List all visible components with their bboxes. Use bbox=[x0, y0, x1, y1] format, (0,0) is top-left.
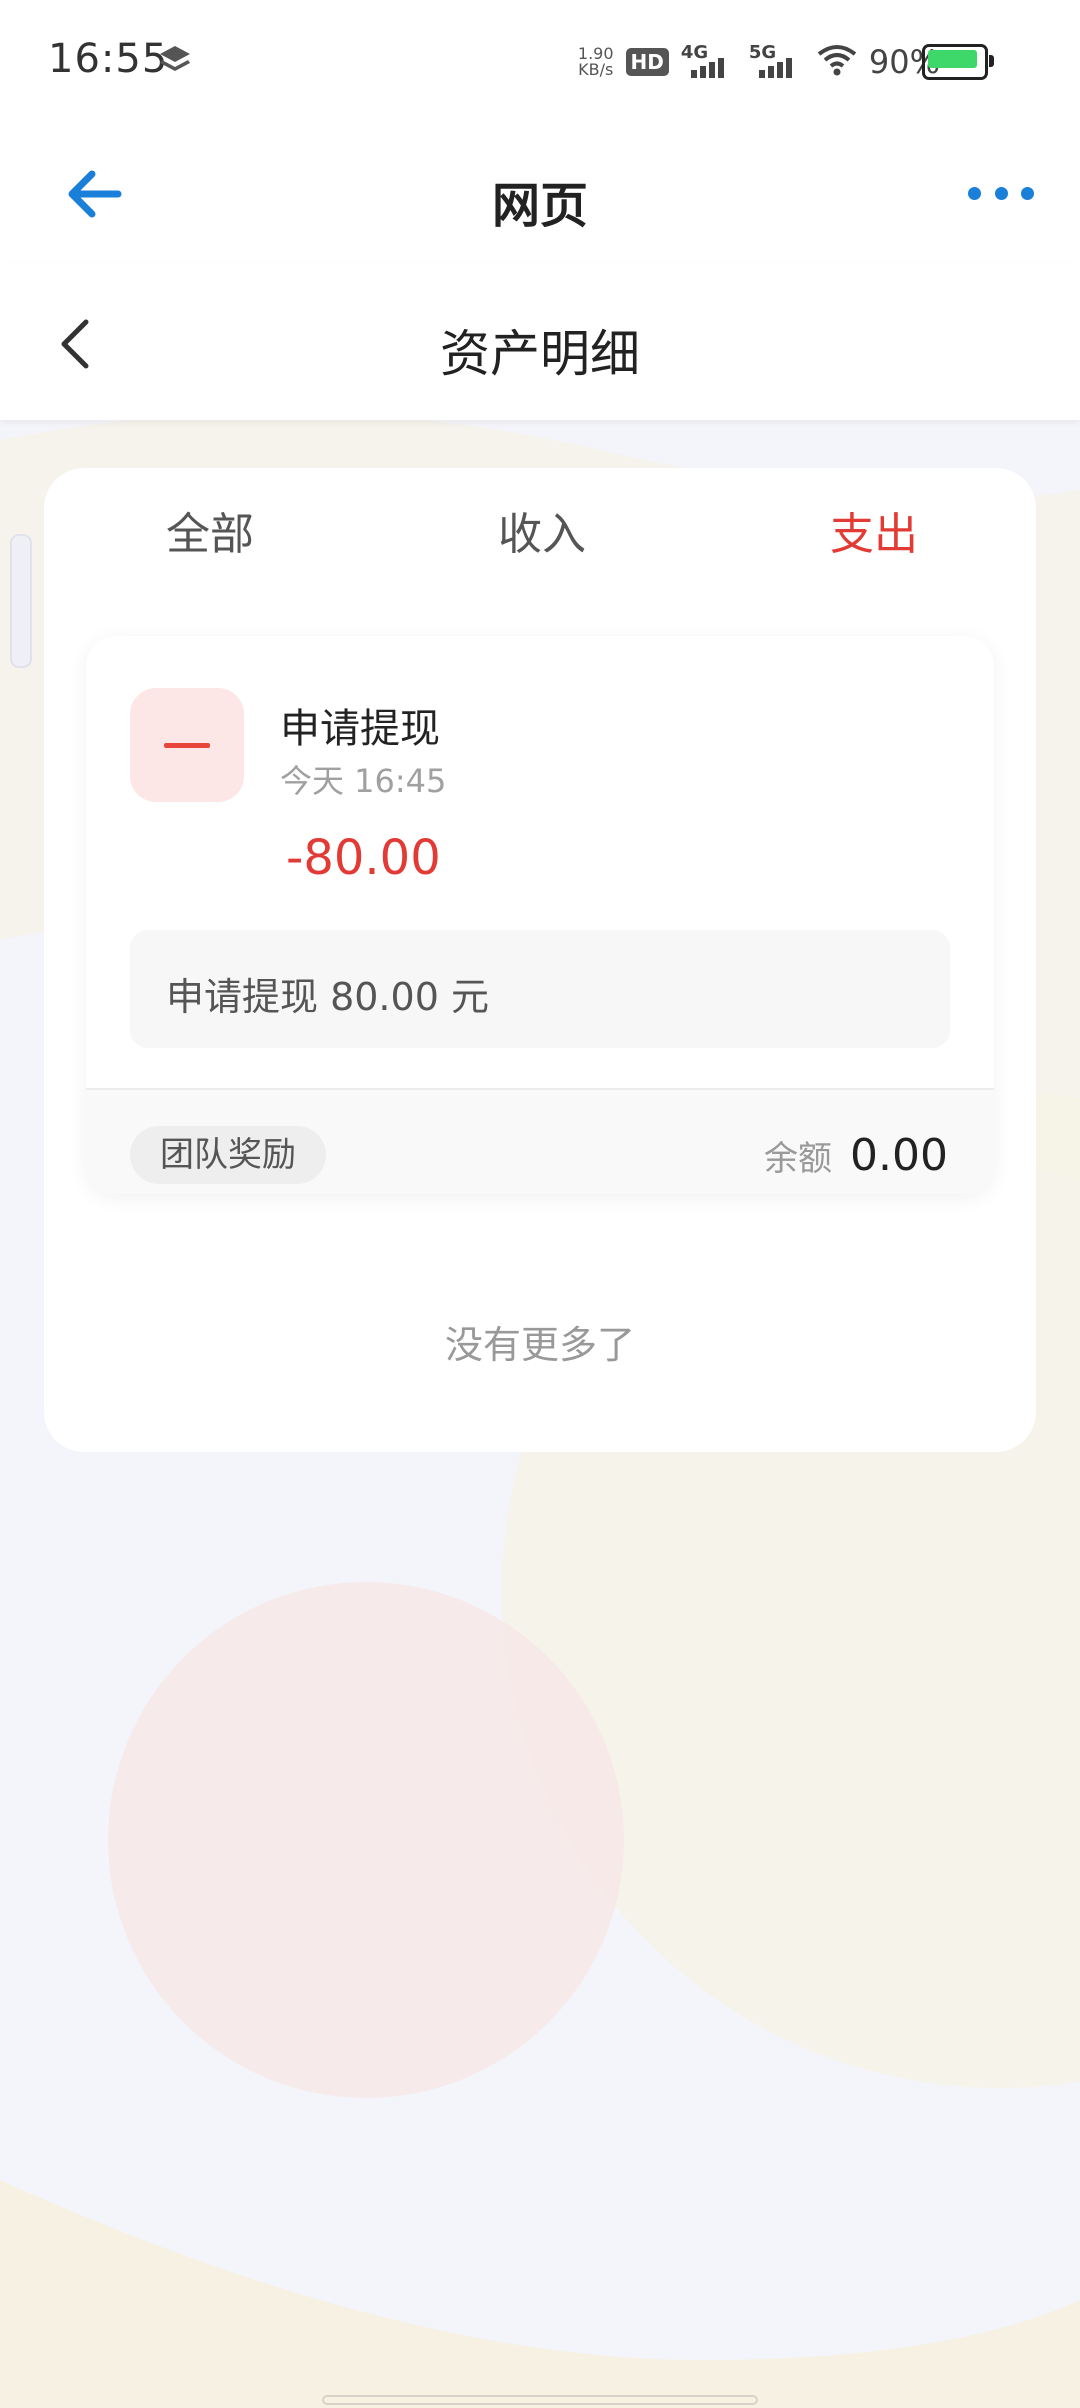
filter-tabs: 全部 收入 支出 bbox=[44, 498, 1036, 568]
tab-expense[interactable]: 支出 bbox=[830, 498, 918, 562]
battery-fill bbox=[928, 50, 977, 68]
minus-icon bbox=[130, 688, 244, 802]
transaction-footer: 团队奖励 余额 0.00 bbox=[86, 1088, 994, 1194]
network-speed: 1.90 KB/s bbox=[578, 46, 614, 78]
status-icons: 1.90 KB/s HD 4G 5G 90% bbox=[578, 38, 940, 86]
asset-detail-card: 全部 收入 支出 申请提现 今天 16:45 -80.00 申请提现 80.00… bbox=[44, 468, 1036, 1452]
transaction-item[interactable]: 申请提现 今天 16:45 -80.00 申请提现 80.00 元 团队奖励 余… bbox=[86, 636, 994, 1194]
transaction-amount: -80.00 bbox=[286, 830, 441, 886]
balance: 余额 0.00 bbox=[764, 1130, 948, 1181]
scroll-handle[interactable] bbox=[10, 534, 32, 668]
page-title: 资产明细 bbox=[440, 325, 640, 383]
tab-income[interactable]: 收入 bbox=[498, 498, 586, 562]
transaction-description-box: 申请提现 80.00 元 bbox=[130, 930, 950, 1048]
network-speed-unit: KB/s bbox=[578, 60, 614, 79]
hd-icon: HD bbox=[625, 48, 669, 76]
signal-5g-icon: 5G bbox=[749, 42, 805, 82]
transaction-description: 申请提现 80.00 元 bbox=[166, 975, 489, 1019]
status-bar: 16:55 1.90 KB/s HD 4G 5G 90% bbox=[0, 0, 1080, 124]
list-end-text: 没有更多了 bbox=[444, 1323, 635, 1367]
transaction-title: 申请提现 bbox=[280, 706, 440, 752]
tab-all[interactable]: 全部 bbox=[166, 498, 254, 562]
layers-icon bbox=[158, 44, 192, 82]
signal-4g-icon: 4G bbox=[681, 42, 737, 82]
wifi-icon bbox=[817, 44, 857, 80]
home-indicator[interactable] bbox=[322, 2395, 758, 2405]
page-header: 资产明细 bbox=[0, 264, 1080, 420]
more-dots-icon[interactable] bbox=[968, 168, 1034, 218]
battery-icon bbox=[922, 44, 994, 80]
balance-value: 0.00 bbox=[850, 1130, 948, 1181]
status-time: 16:55 bbox=[48, 36, 169, 82]
transaction-time: 今天 16:45 bbox=[280, 762, 447, 800]
balance-label: 余额 bbox=[764, 1139, 833, 1179]
app-bar-title: 网页 bbox=[491, 178, 588, 234]
category-tag: 团队奖励 bbox=[130, 1126, 326, 1184]
app-bar: 网页 bbox=[0, 124, 1080, 264]
